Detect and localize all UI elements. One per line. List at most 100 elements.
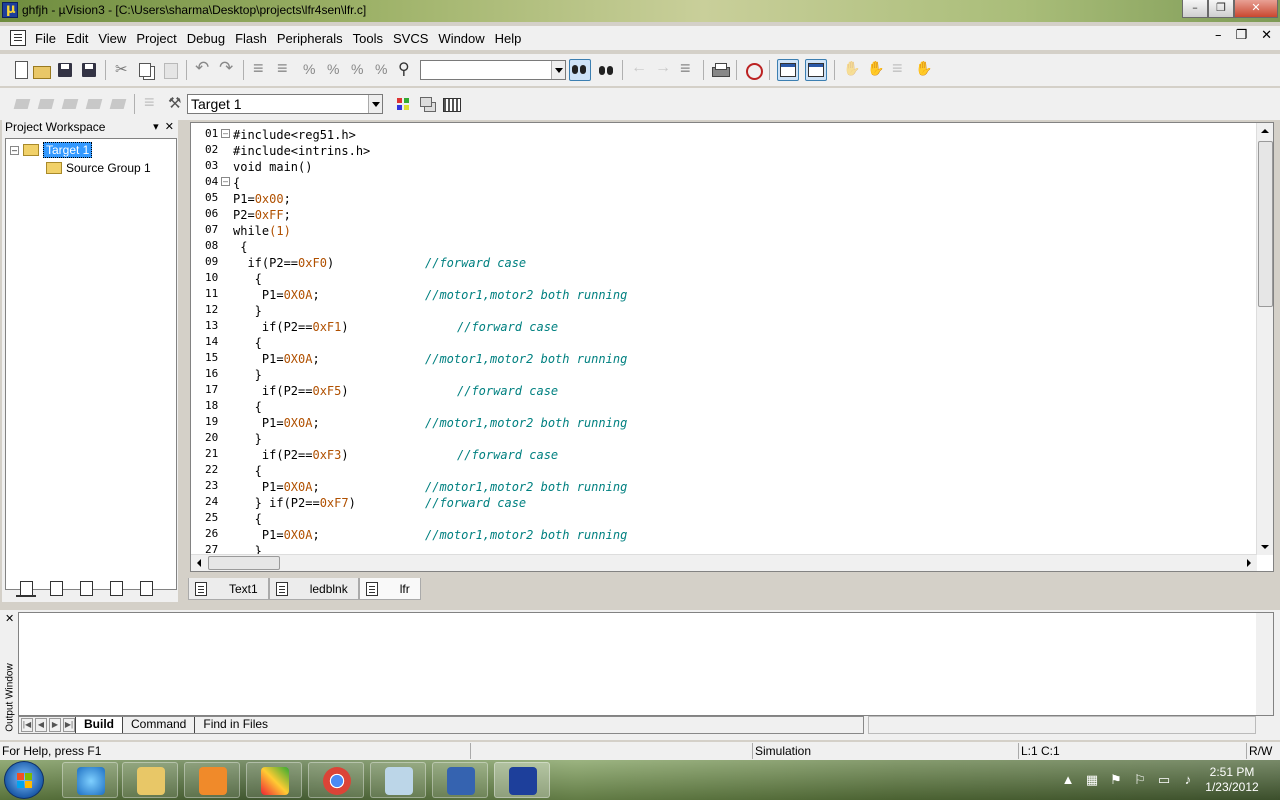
regs-tab-icon[interactable] xyxy=(46,579,66,597)
code-line[interactable]: { xyxy=(233,176,240,192)
taskbar-internet-explorer[interactable] xyxy=(62,762,118,798)
vertical-scrollbar[interactable] xyxy=(1256,123,1273,555)
menu-flash[interactable]: Flash xyxy=(230,31,272,46)
tab-text1[interactable]: Text1 xyxy=(188,578,269,600)
code-line[interactable]: } xyxy=(233,432,262,448)
code-line[interactable]: P2=0xFF; xyxy=(233,208,291,224)
collapse-icon[interactable]: – xyxy=(10,145,19,155)
batch-build-icon[interactable] xyxy=(85,95,103,113)
code-line[interactable]: #include<reg51.h> xyxy=(233,128,356,144)
workspace-menu-icon[interactable]: ▾ xyxy=(153,121,159,133)
navigate-forward-icon[interactable] xyxy=(654,59,672,79)
tree-item-target[interactable]: – Target 1 xyxy=(10,141,93,159)
code-line[interactable]: while(1) xyxy=(233,224,291,240)
code-line[interactable]: } xyxy=(233,368,262,384)
rebuild-all-icon[interactable] xyxy=(61,95,79,113)
taskbar-media-player[interactable] xyxy=(184,762,240,798)
menu-tools[interactable]: Tools xyxy=(348,31,388,46)
uvision-app-icon[interactable] xyxy=(2,2,18,18)
code-line[interactable]: { xyxy=(233,512,262,528)
fold-toggle-icon[interactable]: – xyxy=(221,129,230,138)
print-icon[interactable] xyxy=(711,61,730,79)
code-line[interactable]: P1=0X0A; //motor1,motor2 both running xyxy=(233,528,627,544)
show-source-icon[interactable] xyxy=(678,58,696,79)
code-line[interactable]: P1=0X0A; //motor1,motor2 both running xyxy=(233,288,627,304)
menu-edit[interactable]: Edit xyxy=(61,31,93,46)
unindent-icon[interactable] xyxy=(275,58,293,79)
source-browser-icon[interactable] xyxy=(842,60,860,79)
scroll-thumb[interactable] xyxy=(208,556,280,570)
menu-svcs[interactable]: SVCS xyxy=(388,31,433,46)
taskbar-notepad-tool[interactable] xyxy=(370,762,426,798)
books-tab-icon[interactable] xyxy=(76,579,96,597)
code-line[interactable]: { xyxy=(233,464,262,480)
output-text-area[interactable] xyxy=(18,612,1274,716)
find-combo[interactable] xyxy=(420,60,566,80)
clock[interactable]: 2:51 PM 1/23/2012 xyxy=(1200,765,1264,795)
fold-toggle-icon[interactable]: – xyxy=(221,177,230,186)
cut-icon[interactable] xyxy=(113,60,131,79)
code-line[interactable]: P1=0X0A; //motor1,motor2 both running xyxy=(233,480,627,496)
output-vertical-scrollbar[interactable] xyxy=(1256,613,1273,715)
menu-help[interactable]: Help xyxy=(490,31,527,46)
clear-bookmarks-icon[interactable] xyxy=(371,61,389,79)
mdi-minimize-button[interactable]: – xyxy=(1215,28,1222,43)
tree-item-source-group[interactable]: Source Group 1 xyxy=(46,159,151,177)
code-line[interactable]: if(P2==0xF1) //forward case xyxy=(233,320,558,336)
taskbar-chrome[interactable] xyxy=(308,762,364,798)
chevron-down-icon[interactable] xyxy=(368,95,382,113)
horizontal-scrollbar[interactable] xyxy=(191,554,1257,571)
target-select[interactable]: Target 1 xyxy=(187,94,383,114)
menu-debug[interactable]: Debug xyxy=(182,31,230,46)
tree-item-label[interactable]: Target 1 xyxy=(43,142,93,158)
code-line[interactable]: #include<intrins.h> xyxy=(233,144,370,160)
indent-icon[interactable] xyxy=(251,58,269,79)
taskbar-uvision[interactable] xyxy=(494,762,550,798)
new-file-icon[interactable] xyxy=(15,61,28,79)
code-area[interactable]: #include<reg51.h> #include<intrins.h> void… xyxy=(233,125,1255,555)
scroll-thumb[interactable] xyxy=(1258,141,1273,307)
hand-tool-icon[interactable] xyxy=(866,60,884,79)
restore-button[interactable]: ❐ xyxy=(1208,0,1234,18)
network-adapter-icon[interactable]: ▦ xyxy=(1085,773,1099,787)
code-line[interactable]: if(P2==0xF5) //forward case xyxy=(233,384,558,400)
save-all-icon[interactable] xyxy=(80,61,98,79)
code-line[interactable]: if(P2==0xF0) //forward case xyxy=(233,256,526,272)
scroll-up-icon[interactable] xyxy=(1257,123,1274,139)
tree-item-label[interactable]: Source Group 1 xyxy=(66,161,151,175)
network-icon[interactable]: ▭ xyxy=(1157,773,1171,787)
last-tab-icon[interactable]: ▶| xyxy=(63,718,75,732)
first-tab-icon[interactable]: |◀ xyxy=(21,718,33,732)
show-hidden-icons-icon[interactable]: ▲ xyxy=(1061,773,1075,787)
workspace-close-icon[interactable]: ✕ xyxy=(165,121,174,133)
next-bookmark-icon[interactable] xyxy=(347,61,365,79)
prev-bookmark-icon[interactable] xyxy=(323,61,341,79)
code-line[interactable]: } if(P2==0xF7) //forward case xyxy=(233,496,526,512)
taskbar-windows-explorer[interactable] xyxy=(122,762,178,798)
code-line[interactable]: P1=0X0A; //motor1,motor2 both running xyxy=(233,352,627,368)
mdi-close-button[interactable]: ✕ xyxy=(1261,28,1272,43)
translate-icon[interactable] xyxy=(13,95,31,113)
chevron-down-icon[interactable] xyxy=(551,61,565,79)
open-folder-icon[interactable] xyxy=(32,61,51,79)
tab-ledblnk[interactable]: ledblnk xyxy=(268,578,359,600)
taskbar-paint-tool[interactable] xyxy=(246,762,302,798)
code-editor[interactable]: 01–02 03 04–05 06 07 08 09 10 11 12 13 14 15 16 17 18 19… xyxy=(190,122,1274,572)
mdi-restore-button[interactable]: ❐ xyxy=(1235,28,1247,43)
minimize-button[interactable]: – xyxy=(1182,0,1208,18)
code-line[interactable]: } xyxy=(233,304,262,320)
templates-tab-icon[interactable] xyxy=(136,579,156,597)
tab-find-in-files[interactable]: Find in Files xyxy=(194,717,276,733)
code-line[interactable]: P1=0x00; xyxy=(233,192,291,208)
taskbar-scope-tool[interactable] xyxy=(432,762,488,798)
next-tab-icon[interactable]: ▶ xyxy=(49,718,61,732)
code-line[interactable]: { xyxy=(233,240,247,256)
code-line[interactable]: if(P2==0xF3) //forward case xyxy=(233,448,558,464)
action-center-flag-icon[interactable]: ⚑ xyxy=(1109,773,1123,787)
manage-books-icon[interactable] xyxy=(442,95,461,113)
files-tab-icon[interactable] xyxy=(16,579,36,597)
configure-icon[interactable] xyxy=(890,58,908,79)
find-binoculars-icon[interactable] xyxy=(569,59,591,81)
prev-tab-icon[interactable]: ◀ xyxy=(35,718,47,732)
output-window-icon[interactable] xyxy=(805,59,827,81)
